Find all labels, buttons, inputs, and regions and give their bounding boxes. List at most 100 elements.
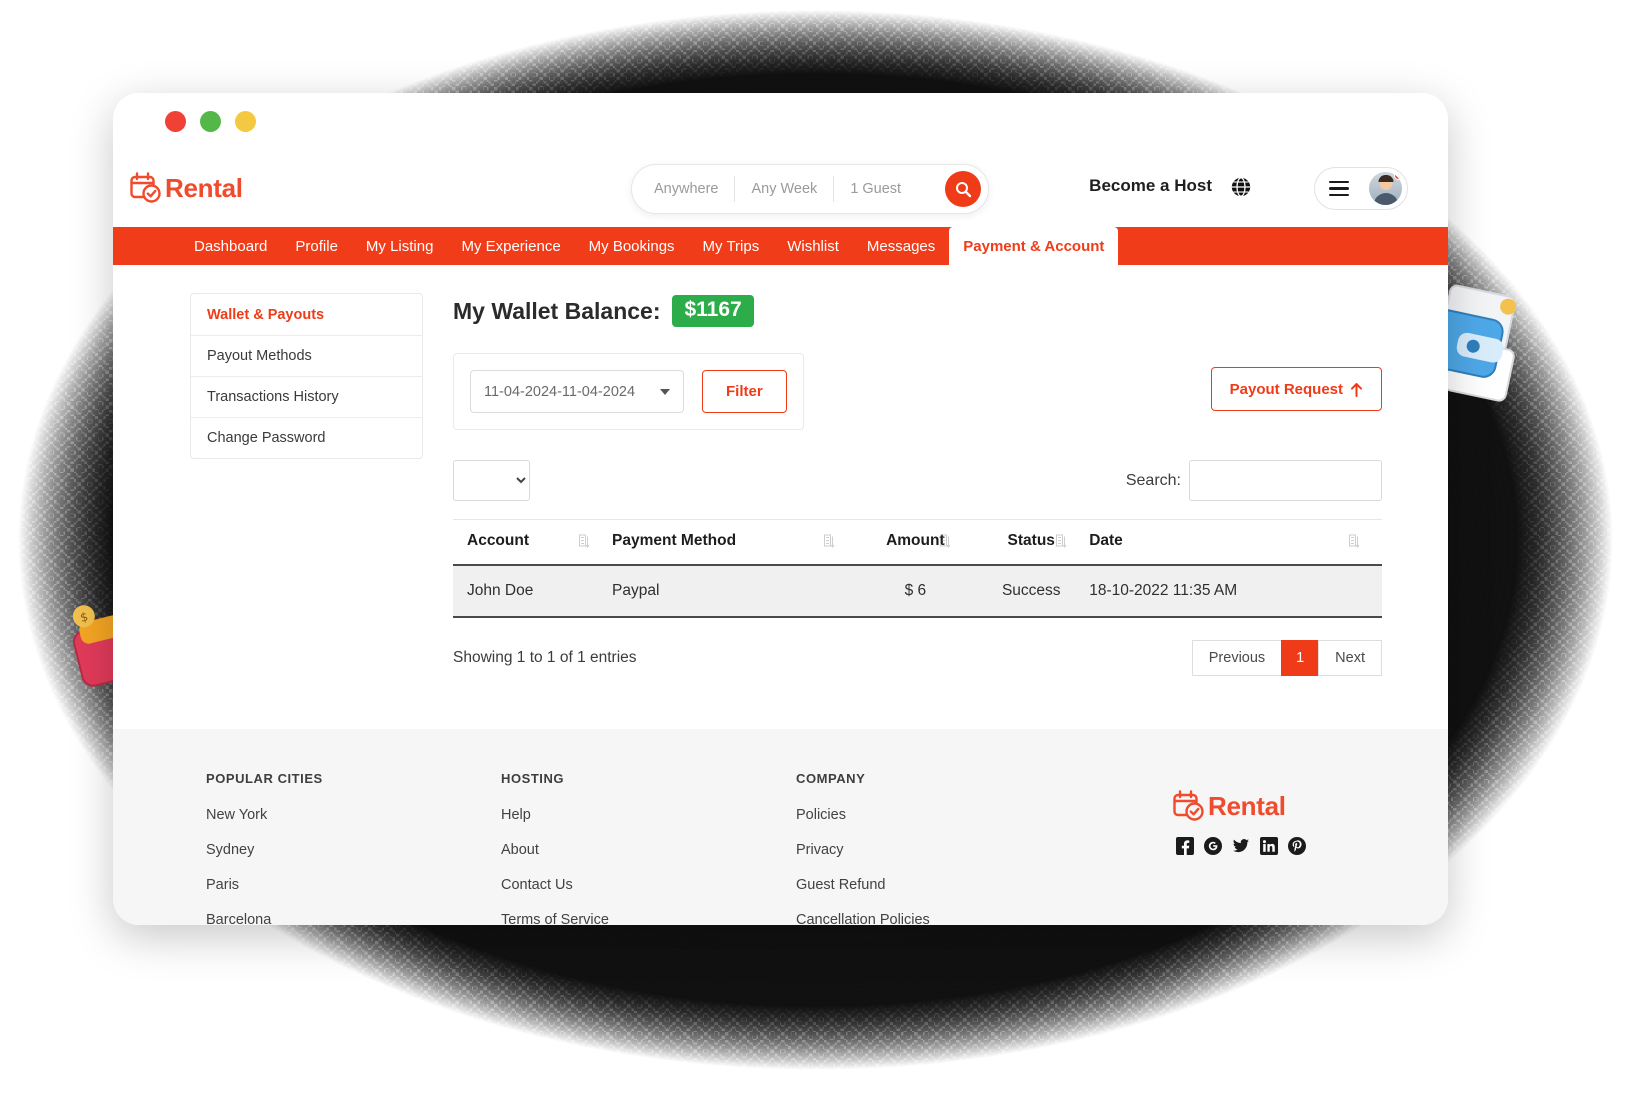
- cell-status: Success: [973, 565, 1090, 618]
- brand-logo[interactable]: Rental: [129, 171, 243, 205]
- brand-name: Rental: [165, 172, 243, 203]
- column-header-date-label: Date: [1089, 532, 1123, 549]
- sort-icon: [940, 534, 951, 548]
- google-plus-icon[interactable]: [1204, 837, 1222, 855]
- column-header-payment-method-label: Payment Method: [612, 532, 737, 549]
- nav-item-dashboard[interactable]: Dashboard: [180, 227, 281, 265]
- footer-brand-name: Rental: [1208, 790, 1286, 821]
- column-header-status[interactable]: Status: [973, 519, 1090, 566]
- site-footer: POPULAR CITIES New York Sydney Paris Bar…: [113, 729, 1448, 925]
- footer-link-cancellation-policies[interactable]: Cancellation Policies: [796, 912, 1086, 925]
- avatar-notification-badge: [1394, 172, 1402, 180]
- search-submit-button[interactable]: [945, 171, 981, 207]
- cell-payment-method: Paypal: [612, 565, 858, 618]
- column-header-payment-method[interactable]: Payment Method: [612, 519, 858, 566]
- nav-item-profile[interactable]: Profile: [281, 227, 352, 265]
- window-maximize-button[interactable]: [235, 110, 256, 132]
- column-header-date[interactable]: Date: [1089, 519, 1382, 566]
- payout-request-button[interactable]: Payout Request: [1210, 367, 1382, 411]
- footer-heading-popular-cities: POPULAR CITIES: [206, 771, 323, 786]
- pinterest-icon[interactable]: [1288, 837, 1306, 855]
- entries-info: Showing 1 to 1 of 1 entries: [453, 649, 637, 666]
- hamburger-icon: [1329, 180, 1349, 197]
- date-range-picker[interactable]: 11-04-2024-11-04-2024: [470, 370, 684, 413]
- chevron-down-icon: [660, 388, 670, 395]
- sort-icon: [579, 534, 590, 548]
- payout-request-label: Payout Request: [1229, 380, 1343, 398]
- nav-item-wishlist[interactable]: Wishlist: [773, 227, 853, 265]
- pagination-page-1-button[interactable]: 1: [1281, 640, 1320, 676]
- footer-link-help[interactable]: Help: [501, 807, 796, 823]
- window-titlebar: [113, 93, 1448, 149]
- user-menu-button[interactable]: [1314, 167, 1408, 210]
- footer-link-about[interactable]: About: [501, 842, 796, 858]
- twitter-icon[interactable]: [1232, 837, 1250, 855]
- date-filter-card: 11-04-2024-11-04-2024 Filter: [453, 353, 804, 430]
- nav-item-my-experience[interactable]: My Experience: [447, 227, 574, 265]
- table-header-row: Account Payment Method Amount Status Dat…: [453, 519, 1382, 566]
- sidebar-item-change-password[interactable]: Change Password: [191, 417, 422, 458]
- pagination-previous-button[interactable]: Previous: [1191, 640, 1283, 676]
- calendar-check-icon: [1173, 790, 1204, 821]
- column-header-amount[interactable]: Amount: [857, 519, 974, 566]
- search-location-field[interactable]: Anywhere: [632, 176, 734, 202]
- sidebar-item-wallet-payouts[interactable]: Wallet & Payouts: [191, 294, 422, 335]
- column-header-account-label: Account: [467, 532, 529, 549]
- table-row[interactable]: John Doe Paypal $ 6 Success 18-10-2022 1…: [453, 565, 1382, 618]
- column-header-account[interactable]: Account: [453, 519, 613, 566]
- sidebar-item-payout-methods[interactable]: Payout Methods: [191, 335, 422, 376]
- pagination: Previous 1 Next: [1191, 640, 1382, 676]
- column-header-amount-label: Amount: [886, 532, 945, 549]
- sidebar-item-transactions-history[interactable]: Transactions History: [191, 376, 422, 417]
- filter-button[interactable]: Filter: [702, 370, 787, 413]
- wallet-balance-row: My Wallet Balance: $1167: [453, 295, 1382, 327]
- search-dates-field[interactable]: Any Week: [734, 176, 833, 202]
- facebook-icon[interactable]: [1176, 837, 1194, 855]
- filter-row: 11-04-2024-11-04-2024 Filter Payout Requ…: [453, 353, 1382, 430]
- footer-link-terms-of-service[interactable]: Terms of Service: [501, 912, 796, 925]
- sort-icon: [1056, 534, 1067, 548]
- wallet-balance-value: $1167: [672, 295, 754, 327]
- footer-link-new-york[interactable]: New York: [206, 807, 501, 823]
- nav-item-payment-and-account[interactable]: Payment & Account: [949, 227, 1119, 265]
- table-footer: Showing 1 to 1 of 1 entries Previous 1 N…: [453, 640, 1382, 676]
- arrow-up-icon: [1351, 382, 1362, 397]
- screenshot-stage: $ Rental Anywhere Any Week 1 Guest Becom…: [0, 0, 1631, 1105]
- footer-heading-company: COMPANY: [796, 771, 866, 786]
- table-search-label: Search:: [1125, 471, 1181, 489]
- search-guests-field[interactable]: 1 Guest: [833, 176, 917, 202]
- footer-brand-logo[interactable]: Rental: [1172, 789, 1286, 823]
- page-content: Wallet & Payouts Payout Methods Transact…: [113, 265, 1448, 729]
- sort-icon: [824, 534, 835, 548]
- pagination-next-button[interactable]: Next: [1318, 640, 1382, 676]
- avatar[interactable]: [1369, 172, 1402, 205]
- footer-link-guest-refund[interactable]: Guest Refund: [796, 877, 1086, 893]
- wallet-panel: My Wallet Balance: $1167 11-04-2024-11-0…: [423, 293, 1448, 729]
- footer-link-contact-us[interactable]: Contact Us: [501, 877, 796, 893]
- nav-item-my-trips[interactable]: My Trips: [689, 227, 774, 265]
- footer-link-sydney[interactable]: Sydney: [206, 842, 501, 858]
- footer-link-paris[interactable]: Paris: [206, 877, 501, 893]
- transactions-table: Account Payment Method Amount Status Dat…: [453, 519, 1382, 618]
- browser-window: Rental Anywhere Any Week 1 Guest Become …: [113, 93, 1448, 925]
- nav-item-my-bookings[interactable]: My Bookings: [575, 227, 689, 265]
- window-minimize-button[interactable]: [200, 110, 221, 132]
- become-a-host-link[interactable]: Become a Host: [1089, 176, 1212, 196]
- table-search-input[interactable]: [1189, 460, 1382, 501]
- nav-item-messages[interactable]: Messages: [853, 227, 949, 265]
- global-search-bar[interactable]: Anywhere Any Week 1 Guest: [631, 164, 989, 214]
- page-length-select[interactable]: [453, 460, 530, 501]
- linkedin-icon[interactable]: [1260, 837, 1278, 855]
- column-header-status-label: Status: [1007, 532, 1055, 549]
- window-close-button[interactable]: [165, 110, 186, 132]
- wallet-balance-label: My Wallet Balance:: [453, 297, 661, 324]
- footer-column-hosting: HOSTING Help About Contact Us Terms of S…: [501, 771, 796, 925]
- nav-item-my-listing[interactable]: My Listing: [352, 227, 448, 265]
- footer-column-popular-cities: POPULAR CITIES New York Sydney Paris Bar…: [206, 771, 501, 925]
- footer-link-policies[interactable]: Policies: [796, 807, 1086, 823]
- footer-heading-hosting: HOSTING: [501, 771, 565, 786]
- globe-icon[interactable]: [1230, 176, 1252, 198]
- table-controls: Search:: [453, 460, 1382, 501]
- footer-link-barcelona[interactable]: Barcelona: [206, 912, 501, 925]
- footer-link-privacy[interactable]: Privacy: [796, 842, 1086, 858]
